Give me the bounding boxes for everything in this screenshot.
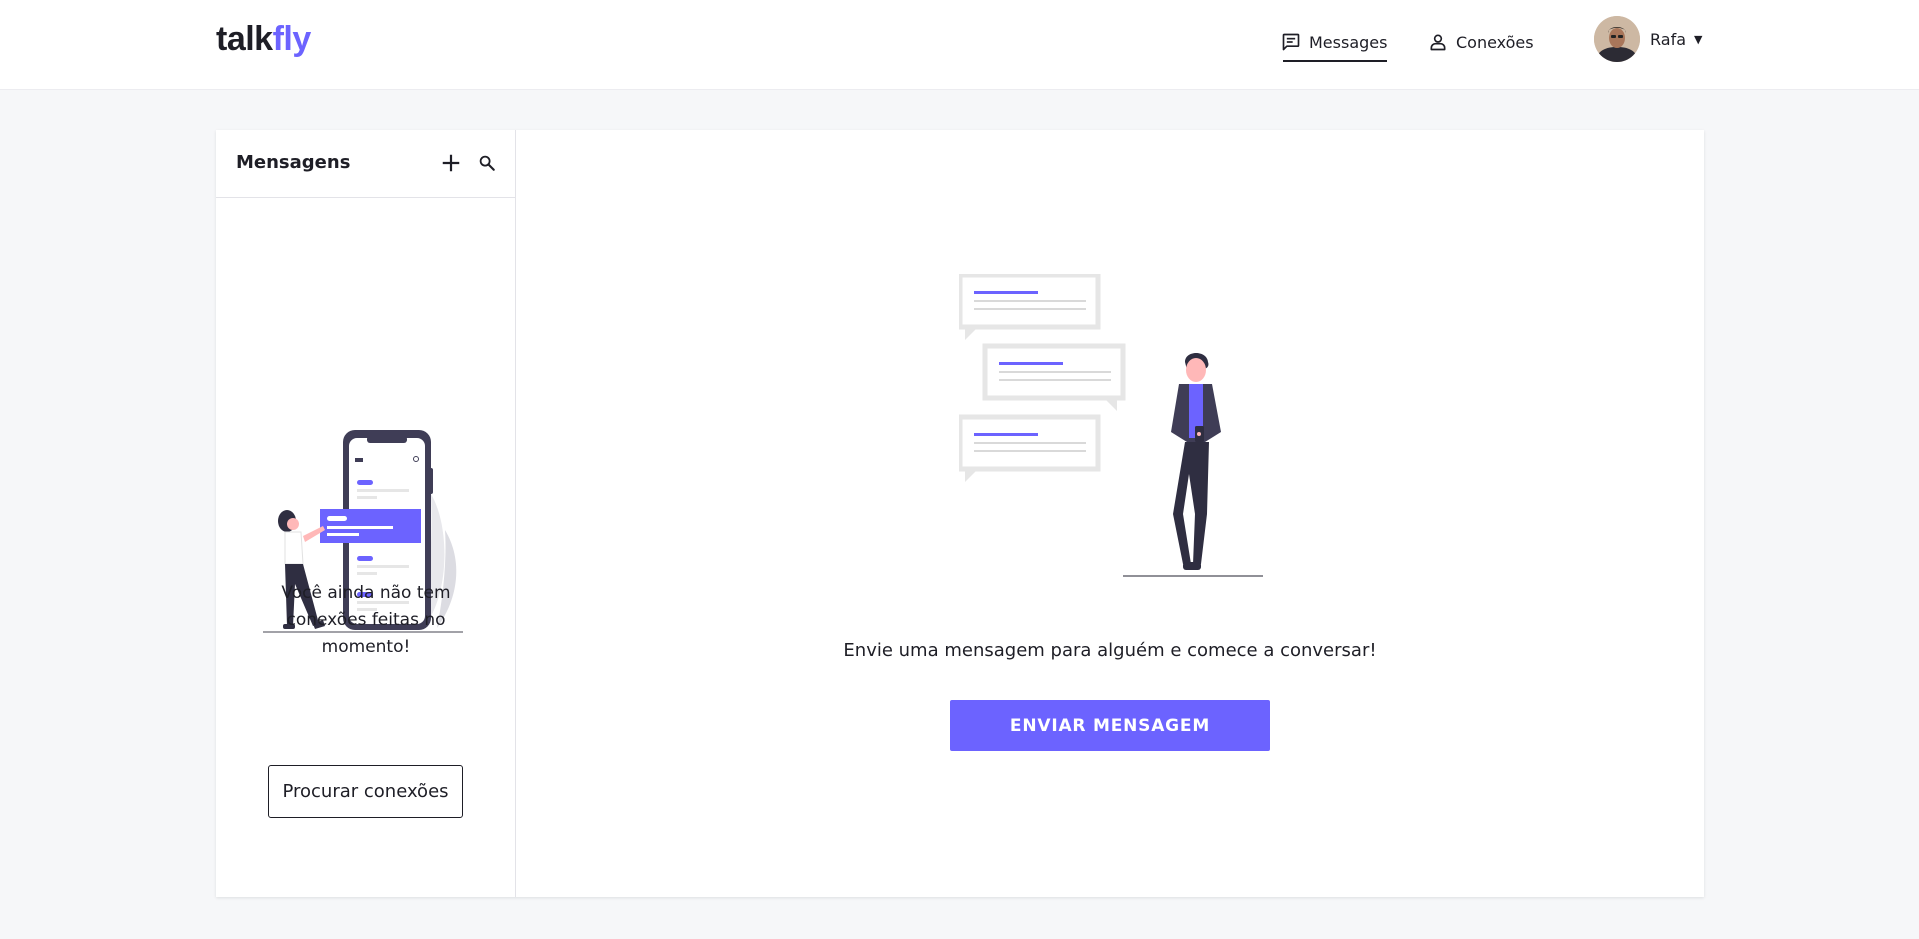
message-icon	[1282, 33, 1300, 51]
start-conversation-text: Envie uma mensagem para alguém e comece …	[843, 640, 1377, 661]
find-connections-button[interactable]: Procurar conexões	[268, 765, 463, 818]
search-button[interactable]	[474, 150, 500, 176]
brand-logo[interactable]: talkfly	[216, 20, 311, 59]
nav-messages[interactable]: Messages	[1281, 24, 1388, 62]
conversations-sidebar: Mensagens Você ainda não tem conexões fe…	[216, 130, 516, 897]
caret-down-icon[interactable]: ▼	[1694, 33, 1702, 46]
nav-messages-label: Messages	[1309, 32, 1388, 52]
search-icon	[479, 155, 495, 171]
brand-name-part1: talk	[216, 20, 273, 58]
messages-panel: Mensagens Você ainda não tem conexões fe…	[216, 130, 1704, 897]
plus-icon	[442, 154, 460, 172]
nav-connections[interactable]: Conexões	[1428, 24, 1534, 60]
person-icon	[1430, 34, 1446, 51]
nav-connections-label: Conexões	[1456, 32, 1534, 52]
sidebar-header: Mensagens	[216, 130, 515, 198]
sidebar-title: Mensagens	[236, 152, 351, 173]
user-menu[interactable]: Rafa ▼	[1594, 16, 1702, 62]
empty-connections-text: Você ainda não tem conexões feitas no mo…	[281, 583, 451, 657]
user-name: Rafa	[1650, 29, 1687, 49]
avatar	[1594, 16, 1640, 62]
send-message-button[interactable]: ENVIAR MENSAGEM	[950, 700, 1270, 751]
chat-illustration	[959, 274, 1263, 577]
top-navbar: talkfly Messages Conexões Rafa ▼	[0, 0, 1919, 90]
new-message-button[interactable]	[438, 150, 464, 176]
brand-name-part2: fly	[272, 20, 312, 58]
